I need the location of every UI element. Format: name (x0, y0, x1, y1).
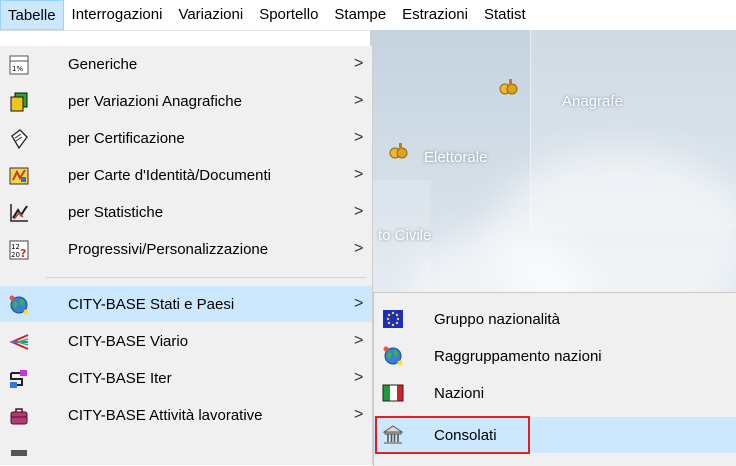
briefcase-icon (10, 408, 28, 425)
menu-item-statistiche[interactable]: per Statistiche > (0, 194, 372, 230)
chevron-right-icon: > (354, 55, 364, 72)
counter-icon: 12 20 ? (9, 240, 29, 260)
menu-separator (46, 277, 366, 278)
menu-item-label: CITY-BASE Attività lavorative (68, 406, 263, 424)
menu-item-carte-identita[interactable]: per Carte d'Identità/Documenti > (0, 157, 372, 193)
submenu-item-label: Nazioni (434, 384, 485, 402)
italy-flag-icon (382, 384, 404, 402)
menu-item-label: CITY-BASE Viario (68, 332, 189, 350)
menu-statistiche[interactable]: Statist (476, 0, 534, 30)
submenu-item-gruppo-nazionalita[interactable]: Gruppo nazionalità (374, 301, 736, 337)
menu-item-label: per Statistiche (68, 203, 164, 221)
menu-item-certificazione[interactable]: per Certificazione > (0, 120, 372, 156)
menu-stampe[interactable]: Stampe (326, 0, 394, 30)
menu-item-label: per Carte d'Identità/Documenti (68, 166, 271, 184)
menu-item-generiche[interactable]: 1% Generiche > (0, 46, 372, 82)
submenu-item-label: Raggruppamento nazioni (434, 347, 602, 365)
documents-icon (10, 92, 28, 112)
menu-item-label: per Variazioni Anagrafiche (68, 92, 242, 110)
menu-item-city-base-iter[interactable]: CITY-BASE Iter > (0, 360, 372, 396)
menu-variazioni[interactable]: Variazioni (170, 0, 251, 30)
svg-text:12: 12 (11, 243, 20, 251)
menu-tabelle[interactable]: Tabelle (0, 0, 64, 30)
table-icon: 1% (9, 55, 29, 75)
key-icon (499, 79, 518, 95)
chevron-right-icon: > (354, 406, 364, 423)
chevron-right-icon: > (354, 203, 364, 220)
key-icon (389, 143, 408, 159)
menu-item-city-base-stati-paesi[interactable]: CITY-BASE Stati e Paesi > (0, 286, 372, 322)
menu-item-variazioni-anagrafiche[interactable]: per Variazioni Anagrafiche > (0, 83, 372, 119)
svg-text:?: ? (20, 247, 26, 260)
tabelle-dropdown: 1% Generiche > per Variazioni Anagrafich… (0, 46, 373, 465)
menu-item-partial[interactable] (0, 434, 372, 465)
partial-icon (11, 450, 27, 456)
label-elettorale[interactable]: Elettorale (424, 149, 487, 166)
menu-item-city-base-viario[interactable]: CITY-BASE Viario > (0, 323, 372, 359)
workflow-icon (10, 370, 27, 388)
chart-icon (10, 204, 28, 222)
menu-item-progressivi[interactable]: 12 20 ? Progressivi/Personalizzazione > (0, 231, 372, 267)
label-anagrafe[interactable]: Anagrafe (562, 93, 623, 110)
menu-item-label: Progressivi/Personalizzazione (68, 240, 269, 258)
svg-text:1%: 1% (12, 65, 23, 73)
certificate-icon (11, 129, 28, 150)
id-card-icon (9, 167, 29, 185)
menu-interrogazioni[interactable]: Interrogazioni (64, 0, 171, 30)
menu-item-city-base-attivita[interactable]: CITY-BASE Attività lavorative > (0, 397, 372, 433)
label-stato-civile[interactable]: to Civile (378, 227, 431, 244)
eu-flag-icon (383, 310, 403, 328)
menu-item-label: Generiche (68, 55, 138, 73)
submenu-item-label: Gruppo nazionalità (434, 310, 560, 328)
menu-item-label: per Certificazione (68, 129, 185, 147)
svg-text:20: 20 (11, 251, 20, 259)
chevron-right-icon: > (354, 295, 364, 312)
chevron-right-icon: > (354, 166, 364, 183)
menu-item-label: CITY-BASE Iter (68, 369, 172, 387)
menu-estrazioni[interactable]: Estrazioni (394, 0, 476, 30)
chevron-right-icon: > (354, 332, 364, 349)
chevron-right-icon: > (354, 92, 364, 109)
submenu-item-raggruppamento-nazioni[interactable]: Raggruppamento nazioni (374, 338, 736, 374)
menu-bar: Tabelle Interrogazioni Variazioni Sporte… (0, 0, 736, 31)
globe-icon (9, 295, 29, 315)
chevron-right-icon: > (354, 240, 364, 257)
menu-item-label: CITY-BASE Stati e Paesi (68, 295, 235, 313)
streets-icon (9, 334, 29, 350)
highlight-callout (375, 416, 530, 454)
menu-sportello[interactable]: Sportello (251, 0, 326, 30)
chevron-right-icon: > (354, 369, 364, 386)
submenu-item-nazioni[interactable]: Nazioni (374, 375, 736, 411)
chevron-right-icon: > (354, 129, 364, 146)
globe-icon (383, 346, 403, 366)
